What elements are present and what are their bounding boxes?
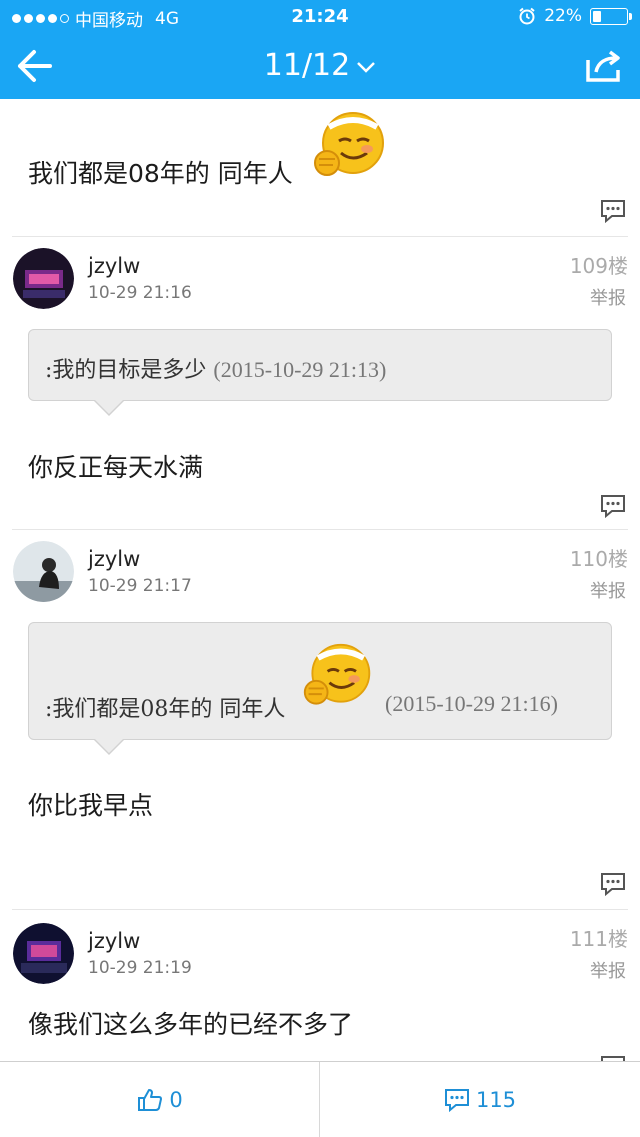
username[interactable]: jzylw xyxy=(88,929,140,953)
post-time: 10-29 21:19 xyxy=(88,958,192,978)
post-text: 你反正每天水满 xyxy=(28,453,204,482)
floor-number: 109楼 xyxy=(569,254,628,278)
battery-percent: 22% xyxy=(544,6,582,26)
avatar[interactable] xyxy=(13,248,74,309)
post-time: 10-29 21:17 xyxy=(88,576,192,596)
grinning-emoji-icon xyxy=(314,112,384,176)
page-selector[interactable]: 11/12 xyxy=(0,48,640,83)
quote-tail xyxy=(93,399,125,416)
post-header: jzylw 10-29 21:16 109楼 举报 xyxy=(0,248,640,318)
floor-number: 110楼 xyxy=(569,547,628,571)
bottom-action-bar: 0 115 xyxy=(0,1061,640,1137)
quote-text-line: :我的目标是多少 (2015-10-29 21:13) xyxy=(45,352,386,384)
post-header: jzylw 10-29 21:17 110楼 举报 xyxy=(0,541,640,611)
page-indicator: 11/12 xyxy=(263,48,351,83)
post-110: jzylw 10-29 21:17 110楼 举报 :我们都是08年的 同年人 … xyxy=(0,529,640,909)
avatar[interactable] xyxy=(13,541,74,602)
quote-box: :我的目标是多少 (2015-10-29 21:13) xyxy=(28,329,612,416)
avatar[interactable] xyxy=(13,923,74,984)
like-button[interactable]: 0 xyxy=(0,1062,320,1137)
status-right: 22% xyxy=(518,6,632,26)
nav-bar: 11/12 xyxy=(0,34,640,99)
top-bar: 中国移动 4G 21:24 22% 11/12 xyxy=(0,0,640,99)
quote-text: :我的目标是多少 xyxy=(45,358,207,383)
quote-box: :我们都是08年的 同年人 (2015-10-29 21:16) xyxy=(28,622,612,755)
username[interactable]: jzylw xyxy=(88,547,140,571)
share-icon[interactable] xyxy=(584,48,624,84)
alarm-icon xyxy=(519,7,535,25)
post-text: 你比我早点 xyxy=(28,791,154,820)
report-link[interactable]: 举报 xyxy=(590,284,626,310)
post-time: 10-29 21:16 xyxy=(88,283,192,303)
post-text: 我们都是08年的 同年人 xyxy=(28,159,293,188)
floor-number: 111楼 xyxy=(569,927,628,951)
status-bar: 中国移动 4G 21:24 22% xyxy=(0,0,640,34)
thumbs-up-icon xyxy=(138,1089,163,1111)
like-count: 0 xyxy=(169,1088,183,1112)
comment-button[interactable]: 115 xyxy=(320,1062,640,1137)
quote-date: (2015-10-29 21:13) xyxy=(213,357,387,382)
grinning-emoji-icon xyxy=(303,643,371,705)
battery-icon xyxy=(590,7,632,25)
post-109: jzylw 10-29 21:16 109楼 举报 :我的目标是多少 (2015… xyxy=(0,236,640,529)
comment-bubble-icon[interactable] xyxy=(600,872,626,896)
report-link[interactable]: 举报 xyxy=(590,577,626,603)
post-header: jzylw 10-29 21:19 111楼 举报 xyxy=(0,921,640,991)
post-list[interactable]: 我们都是08年的 同年人 jzylw 10-29 21:16 109楼 举报:… xyxy=(0,99,640,1061)
comment-bubble-icon[interactable] xyxy=(600,199,626,223)
report-link[interactable]: 举报 xyxy=(590,957,626,983)
post-111: jzylw 10-29 21:19 111楼 举报 像我们这么多年的已经不多了 xyxy=(0,909,640,1061)
quote-date: (2015-10-29 21:16) xyxy=(385,691,558,716)
comment-bubble-icon xyxy=(444,1089,469,1112)
quote-text: :我们都是08年的 同年人 xyxy=(45,697,286,722)
username[interactable]: jzylw xyxy=(88,254,140,278)
comment-count: 115 xyxy=(475,1088,517,1112)
chevron-down-icon xyxy=(357,61,376,73)
quote-tail xyxy=(93,738,125,755)
post-top: 我们都是08年的 同年人 xyxy=(0,99,640,236)
comment-bubble-icon[interactable] xyxy=(600,494,626,518)
post-text: 像我们这么多年的已经不多了 xyxy=(28,1010,354,1039)
